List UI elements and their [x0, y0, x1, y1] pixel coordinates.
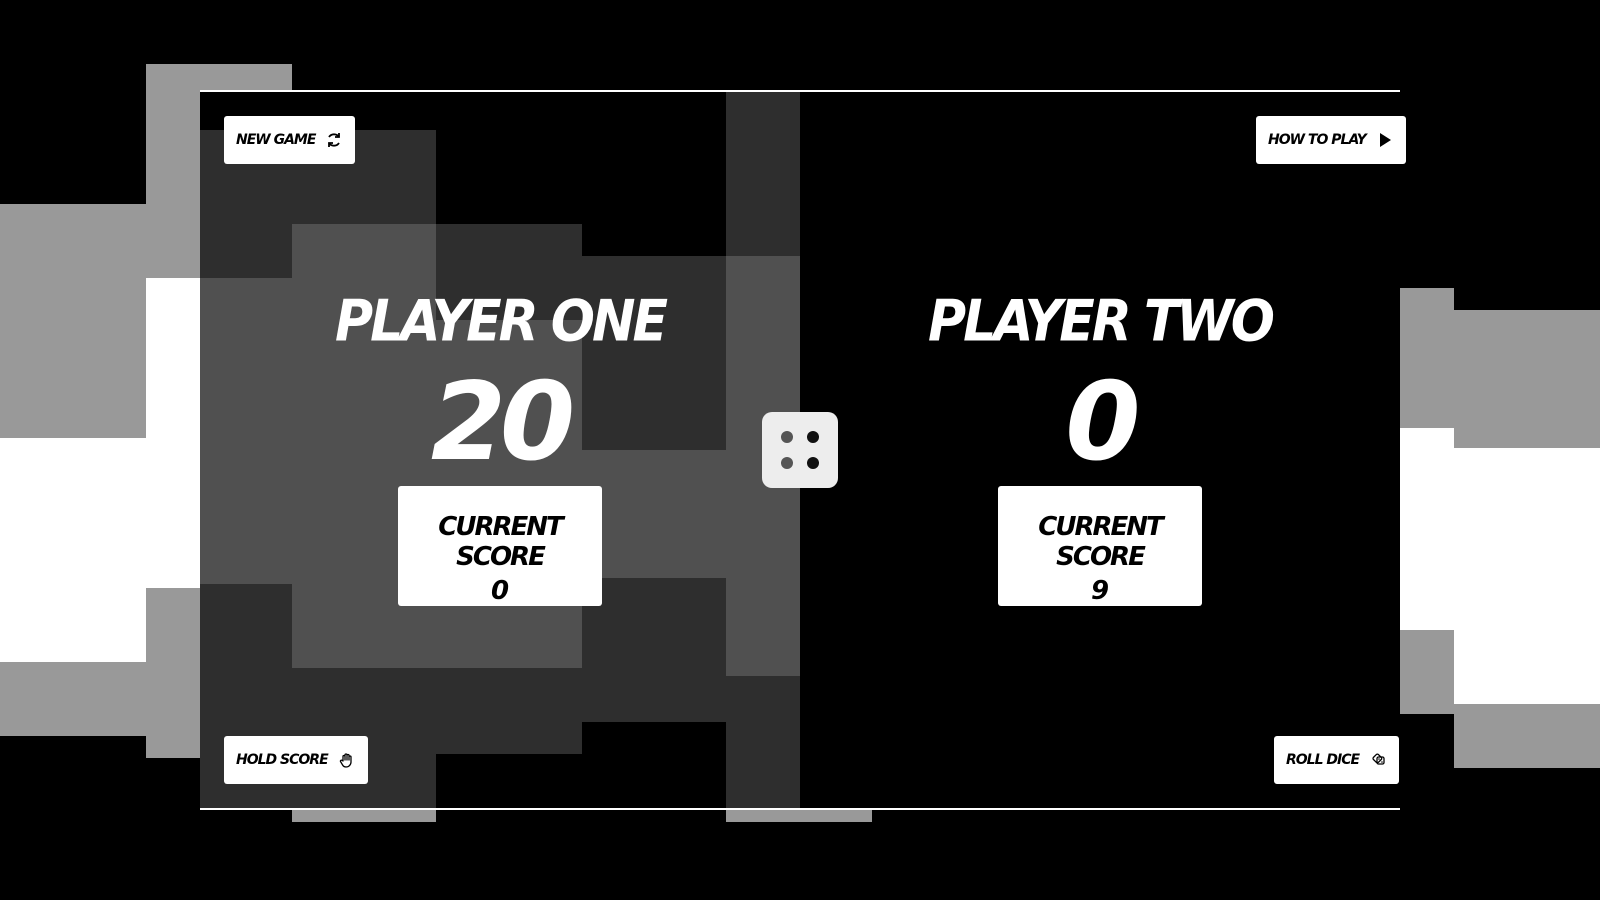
- bg-block: [1454, 448, 1600, 704]
- new-game-button[interactable]: NEW GAME: [224, 116, 356, 164]
- panel-tile: [436, 92, 726, 130]
- bg-block: [1400, 288, 1454, 428]
- hand-icon: [338, 751, 356, 769]
- player-one-current-score: 0: [490, 576, 510, 606]
- panel-tile: [582, 224, 726, 256]
- player-two-panel: PLAYER TWO 0 CURRENT SCORE 9: [800, 92, 1400, 808]
- panel-tile: [436, 130, 726, 224]
- panel-tile: [436, 754, 582, 808]
- player-two-current-score: 9: [1090, 576, 1110, 606]
- bg-block: [1454, 310, 1600, 448]
- dice-pip: [807, 431, 819, 443]
- bg-block: [1454, 704, 1600, 768]
- player-two-total-score: 0: [1065, 360, 1140, 485]
- refresh-icon: [325, 131, 343, 149]
- player-one-current-score-box: CURRENT SCORE 0: [398, 486, 602, 606]
- hold-score-button[interactable]: HOLD SCORE: [224, 736, 368, 784]
- roll-dice-button[interactable]: ROLL DICE: [1274, 736, 1400, 784]
- hold-score-label: HOLD SCORE: [236, 752, 329, 768]
- panel-tile: [582, 578, 726, 722]
- bg-block: [0, 662, 146, 736]
- bg-block: [1400, 428, 1454, 630]
- player-one-total-score: 20: [430, 360, 575, 485]
- current-score-label: CURRENT SCORE: [1038, 512, 1164, 572]
- dice-pip: [781, 457, 793, 469]
- panel-tile: [582, 722, 726, 808]
- bg-block: [146, 278, 200, 588]
- player-two-name: PLAYER TWO: [928, 289, 1275, 355]
- how-to-play-label: HOW TO PLAY: [1268, 132, 1367, 148]
- play-icon: [1376, 131, 1394, 149]
- bg-block: [1400, 630, 1454, 714]
- how-to-play-button[interactable]: HOW TO PLAY: [1256, 116, 1406, 164]
- player-one-panel: PLAYER ONE 20 CURRENT SCORE 0: [200, 92, 800, 808]
- roll-dice-label: ROLL DICE: [1286, 752, 1360, 768]
- player-one-name: PLAYER ONE: [334, 289, 668, 355]
- bg-block: [0, 204, 146, 438]
- bg-block: [0, 438, 146, 662]
- dice-pip: [781, 431, 793, 443]
- new-game-label: NEW GAME: [236, 132, 316, 148]
- player-two-current-score-box: CURRENT SCORE 9: [998, 486, 1202, 606]
- current-score-label: CURRENT SCORE: [438, 512, 564, 572]
- bg-block: [146, 588, 200, 758]
- dice-icon: [1369, 751, 1387, 769]
- dice-pip: [807, 457, 819, 469]
- dice: [762, 412, 838, 488]
